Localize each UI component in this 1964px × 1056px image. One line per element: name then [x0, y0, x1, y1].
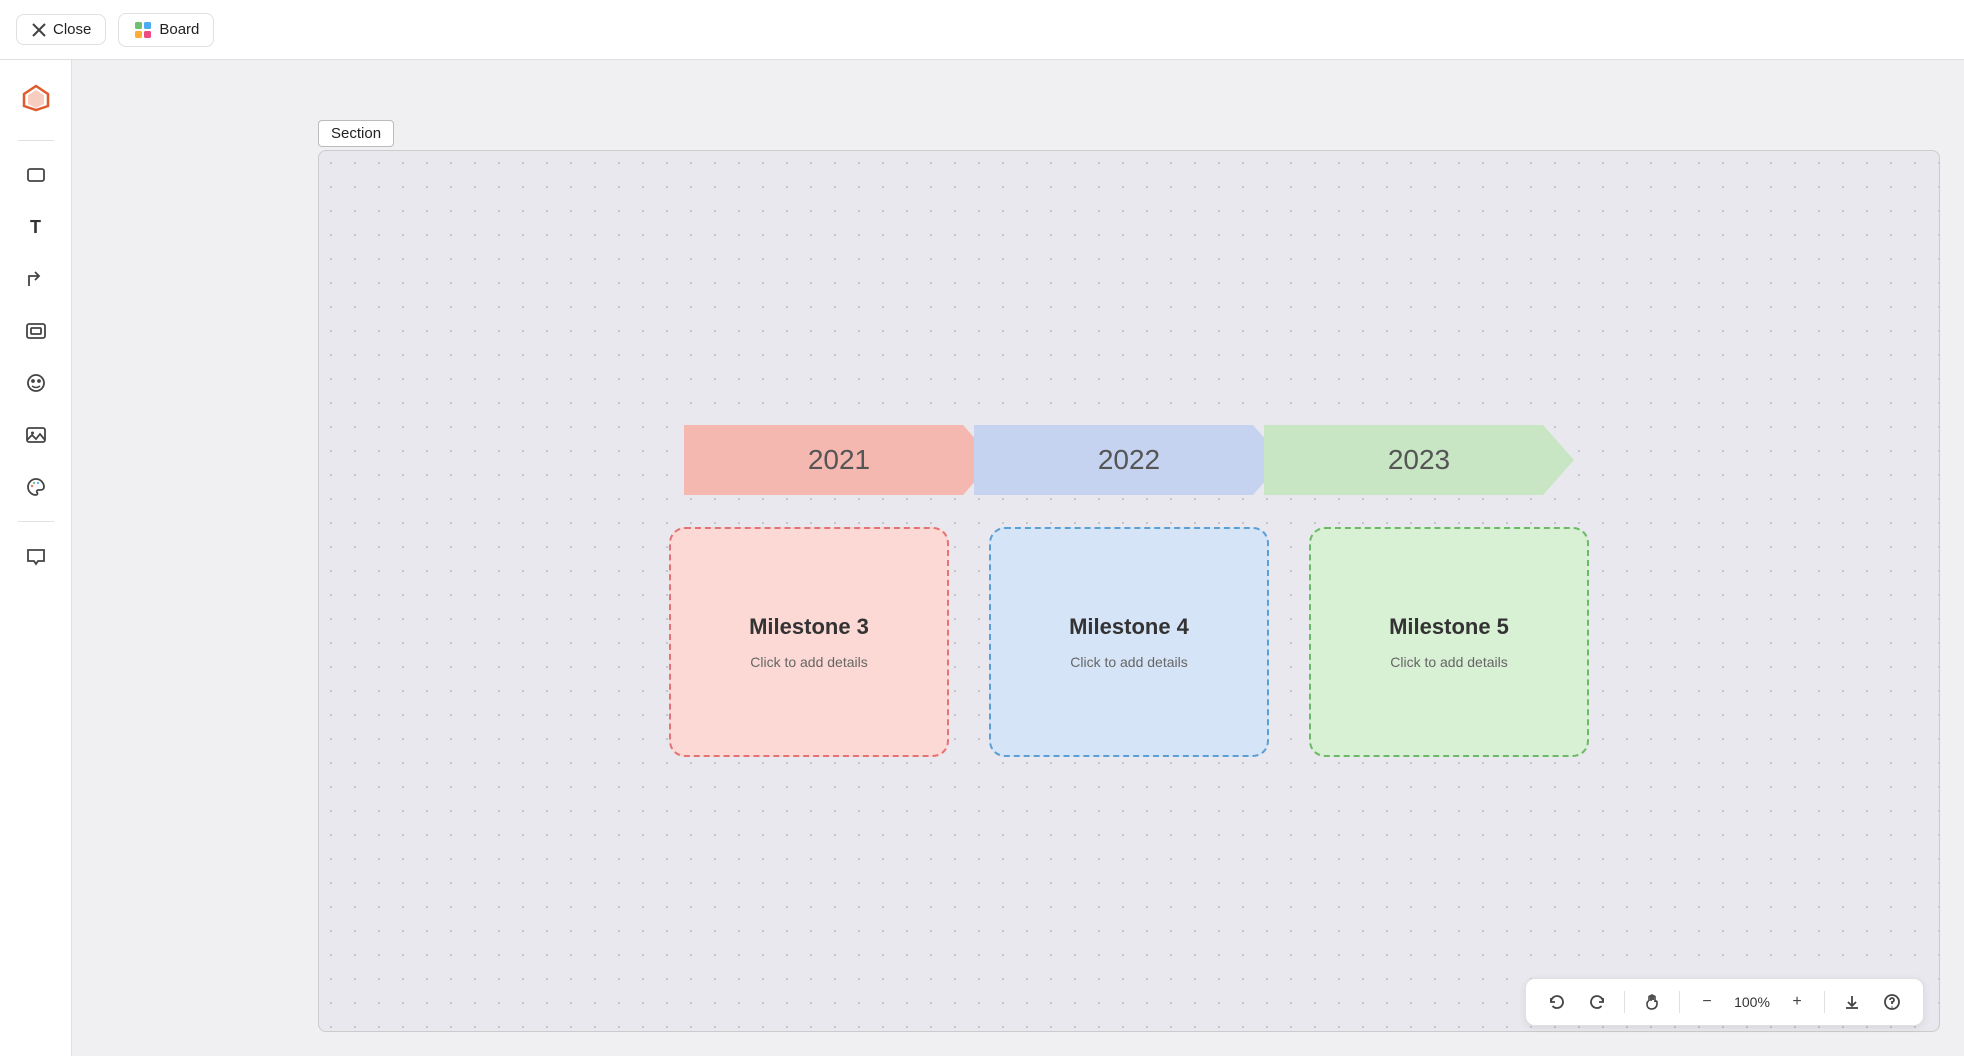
hand-tool-button[interactable]: [1635, 985, 1669, 1019]
help-button[interactable]: [1875, 985, 1909, 1019]
emoji-tool[interactable]: [14, 361, 58, 405]
bottom-divider-2: [1679, 991, 1680, 1013]
milestone-5-title: Milestone 5: [1389, 614, 1509, 640]
bottom-bar: − 100% +: [1525, 978, 1924, 1026]
close-icon: [31, 22, 47, 38]
milestone-4-title: Milestone 4: [1069, 614, 1189, 640]
arrow-2023[interactable]: 2023: [1264, 425, 1574, 495]
redo-button[interactable]: [1580, 985, 1614, 1019]
arrow-2022[interactable]: 2022: [974, 425, 1284, 495]
zoom-out-button[interactable]: −: [1690, 985, 1724, 1019]
download-button[interactable]: [1835, 985, 1869, 1019]
arrow-2023-label: 2023: [1388, 444, 1450, 476]
whiteboard[interactable]: 2021 2022 2023 Milestone 3 Click to add …: [318, 150, 1940, 1032]
arrow-2021[interactable]: 2021: [684, 425, 994, 495]
bottom-divider-1: [1624, 991, 1625, 1013]
palette-tool[interactable]: [14, 465, 58, 509]
comment-tool[interactable]: [14, 534, 58, 578]
undo-button[interactable]: [1540, 985, 1574, 1019]
milestone-3-title: Milestone 3: [749, 614, 869, 640]
close-button[interactable]: Close: [16, 14, 106, 45]
arrow-2022-label: 2022: [1098, 444, 1160, 476]
board-icon: [133, 20, 153, 40]
bottom-divider-3: [1824, 991, 1825, 1013]
image-tool[interactable]: [14, 413, 58, 457]
zoom-in-icon: +: [1792, 993, 1801, 1011]
board-label: Board: [159, 21, 199, 38]
milestone-3-card[interactable]: Milestone 3 Click to add details: [669, 527, 949, 757]
zoom-in-button[interactable]: +: [1780, 985, 1814, 1019]
milestones-row: Milestone 3 Click to add details Milesto…: [669, 527, 1589, 757]
embed-tool[interactable]: [14, 309, 58, 353]
section-label[interactable]: Section: [318, 120, 394, 147]
text-icon: T: [30, 217, 41, 238]
toolbar-logo: [14, 76, 58, 120]
arrow-tool[interactable]: [14, 257, 58, 301]
left-toolbar: T: [0, 60, 72, 1056]
milestone-3-subtitle: Click to add details: [750, 654, 868, 670]
close-label: Close: [53, 21, 91, 38]
zoom-level: 100%: [1730, 994, 1774, 1010]
arrows-row: 2021 2022 2023: [684, 425, 1574, 495]
main-area: T: [0, 60, 1964, 1056]
milestone-4-subtitle: Click to add details: [1070, 654, 1188, 670]
zoom-out-icon: −: [1702, 993, 1711, 1011]
text-tool[interactable]: T: [14, 205, 58, 249]
rectangle-tool[interactable]: [14, 153, 58, 197]
milestone-4-card[interactable]: Milestone 4 Click to add details: [989, 527, 1269, 757]
milestone-5-card[interactable]: Milestone 5 Click to add details: [1309, 527, 1589, 757]
toolbar-divider-2: [18, 521, 54, 522]
toolbar-divider-1: [18, 140, 54, 141]
board-button[interactable]: Board: [118, 13, 214, 47]
arrow-2021-label: 2021: [808, 444, 870, 476]
milestone-5-subtitle: Click to add details: [1390, 654, 1508, 670]
top-bar: Close Board: [0, 0, 1964, 60]
canvas-area[interactable]: Section 2021 2022 2023 Milestone 3 Clic: [72, 60, 1964, 1056]
